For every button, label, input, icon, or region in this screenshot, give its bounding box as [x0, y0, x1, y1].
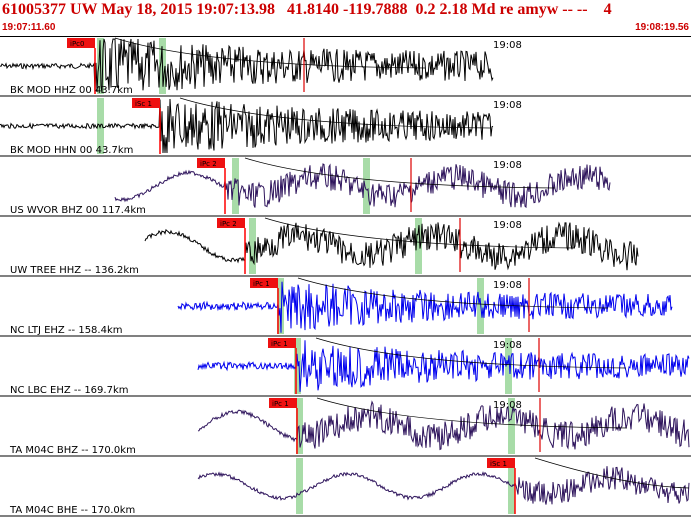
waveform: [197, 466, 690, 505]
pick-label: iPc 1: [271, 340, 288, 348]
waveform: [177, 281, 673, 333]
trace-row[interactable]: iPc 1 19:08 TA M04C BHZ -- 170.0km: [0, 397, 691, 457]
waveform: [197, 400, 690, 451]
station-label: NC LTJ EHZ -- 158.4km: [10, 325, 123, 336]
pick-label: iPc 1: [272, 400, 289, 408]
analysis-window: [296, 458, 303, 514]
seismogram-panel[interactable]: iPc0 19:08BK MOD HHZ 00 43.7kmiSc 1 19:08B…: [0, 36, 691, 518]
minute-mark: 19:08: [493, 100, 522, 111]
pick-label: iPc 2: [200, 160, 217, 168]
minute-mark: 19:08: [493, 400, 522, 411]
minute-mark: 19:08: [493, 340, 522, 351]
trace-row[interactable]: iPc 2 19:08 US WVOR BHZ 00 117.4km: [0, 157, 691, 217]
travel-time-curve: [534, 457, 690, 489]
window-start-time: 19:07:11.60: [2, 22, 56, 33]
minute-mark: 19:08: [493, 220, 522, 231]
minute-mark: 19:08: [493, 280, 522, 291]
pick-label: iPc 2: [220, 220, 237, 228]
waveform: [114, 163, 611, 209]
pick-label: iPc0: [70, 40, 84, 48]
station-label: TA M04C BHZ -- 170.0km: [9, 445, 136, 456]
station-label: NC LBC EHZ -- 169.7km: [10, 385, 128, 396]
station-label: BK MOD HHZ 00 43.7km: [10, 85, 133, 96]
trace-row[interactable]: iPc0 19:08 BK MOD HHZ 00 43.7km: [0, 37, 691, 97]
station-label: TA M04C BHE -- 170.0km: [9, 505, 135, 516]
station-label: UW TREE HHZ -- 136.2km: [10, 265, 139, 276]
trace-row[interactable]: iPc 1 19:08 NC LTJ EHZ -- 158.4km: [0, 277, 691, 337]
trace-row[interactable]: iPc 1 19:08 NC LBC EHZ -- 169.7km: [0, 337, 691, 397]
trace-row[interactable]: iPc 2 19:08 UW TREE HHZ -- 136.2km: [0, 217, 691, 277]
waveform: [197, 340, 690, 392]
event-header: 61005377 UW May 18, 2015 19:07:13.98 41.…: [0, 0, 691, 36]
minute-mark: 19:08: [493, 40, 522, 51]
station-label: US WVOR BHZ 00 117.4km: [10, 205, 146, 216]
event-title: 61005377 UW May 18, 2015 19:07:13.98 41.…: [2, 1, 612, 18]
trace-row[interactable]: iSc 1 19:08 BK MOD HHN 00 43.7km: [0, 97, 691, 157]
minute-mark: 19:08: [493, 160, 522, 171]
station-label: BK MOD HHN 00 43.7km: [10, 145, 133, 156]
pick-label: iSc 1: [490, 460, 507, 468]
waveform: [144, 221, 639, 271]
pick-label: iPc 1: [253, 280, 270, 288]
trace-row[interactable]: iSc 1 TA M04C BHE -- 170.0km: [0, 457, 691, 517]
window-end-time: 19:08:19.56: [635, 22, 689, 33]
pick-label: iSc 1: [135, 100, 152, 108]
